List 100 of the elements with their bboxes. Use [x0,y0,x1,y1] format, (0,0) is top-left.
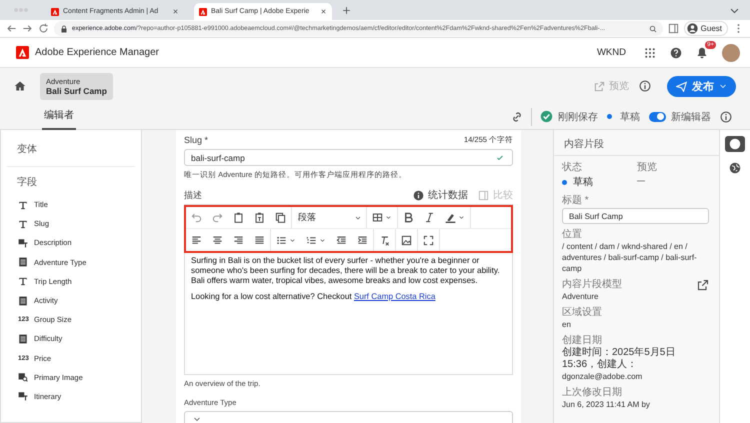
forward-icon [22,23,33,34]
link-icon [511,110,523,122]
indent-icon [357,234,368,246]
fields-heading: 字段 [16,176,38,190]
check-icon [496,154,504,162]
field-label: 标题 * [562,194,590,207]
copy-icon [275,212,286,224]
person-icon [686,23,698,34]
globe-icon [729,162,741,174]
publish-button[interactable]: 发布 [667,76,736,96]
list-icon [18,334,28,344]
model-value: Adventure [562,291,600,302]
close-icon [320,8,327,15]
field-label: 上次修改日期 [562,386,623,399]
field-label: 描述 [184,188,202,202]
field-label: 预览 [637,161,658,174]
adobe-logo-icon [199,8,207,16]
list-icon [18,296,28,306]
statistics-button[interactable]: 统计数据 [413,188,468,202]
paragraph-format-dropdown[interactable]: 段落 [292,208,366,228]
clear-format-icon [379,234,390,246]
fragment-title: Bali Surf Camp [46,86,107,96]
rich-text-editor[interactable] [184,204,513,376]
variations-heading[interactable]: 变体 [7,130,135,167]
locale-value: en [562,319,572,330]
home-icon [14,80,26,92]
table-icon [372,212,383,224]
properties-button[interactable] [725,136,745,152]
panel-heading: 内容片段 [554,130,719,156]
outdent-icon [336,234,347,246]
info-icon [413,190,424,201]
image-icon [401,234,412,246]
avatar[interactable] [722,44,740,62]
title-field[interactable]: Bali Surf Camp [562,208,709,224]
image-search-icon [18,372,28,382]
home-button[interactable] [14,80,26,92]
send-icon [676,80,687,92]
status-text: 草稿 [573,176,593,189]
apps-button[interactable] [644,46,656,58]
help-button[interactable] [670,46,682,58]
open-model-button[interactable] [697,278,709,290]
chevron-down-icon [193,415,201,423]
help-icon [670,46,682,58]
open-model-icon [697,278,709,290]
bold-icon [403,212,414,224]
columns-icon [478,190,489,201]
info-button[interactable] [639,80,651,92]
notifications-icon [696,46,708,58]
modified-text: Jun 6, 2023 11:41 AM by [562,399,651,410]
align-left-icon [191,234,202,246]
field-label: 区域设置 [562,306,603,319]
field-label: 位置 [562,228,583,241]
org-switcher[interactable]: WKND [596,47,626,58]
caret-icon [289,236,296,244]
link-button[interactable] [511,110,523,122]
paragraph: Surfing in Bali is on the bucket list of every surfer - whether you're a beginner or someone who's been surfing for decades, there will be a break to cater to your ability. Bali offers warm water, tropical vibes, awesome breaks and low cost expenses. [191,256,501,286]
new-tab-icon [342,6,351,14]
text-icon [18,218,28,229]
editor-toggle[interactable] [649,112,666,122]
info-icon [720,110,732,122]
back-icon [6,23,17,34]
caret-icon [319,236,326,244]
field-label: 创建日期 [562,334,603,346]
text-icon [18,276,28,286]
status-dot [607,114,612,119]
slug-field[interactable]: bali-surf-camp [184,148,513,166]
numbered-list-icon [306,234,317,246]
info-button[interactable] [720,110,732,122]
status-dot [562,180,567,185]
paste-text-icon [254,212,265,224]
save-status: 刚刚保存 [558,110,598,124]
zoom-icon [648,24,657,32]
profile-button[interactable]: Guest [684,21,728,36]
field-label: 状态 [562,161,583,174]
lock-icon [60,24,68,32]
field-label: 内容片段模型 [562,278,622,291]
location-path: / content / dam / wknd-shared / en / adventures / bali-surf-camp / bali-surf-camp [562,241,698,274]
bullet-list-icon [276,234,287,246]
rich-text-icon [18,238,28,248]
reload-icon [38,23,49,34]
status-text: 草稿 [620,110,640,124]
field-label: Slug * [184,134,208,145]
adobe-logo-icon [16,46,29,59]
list-icon [18,257,28,268]
align-center-icon [212,234,223,246]
notifications-button[interactable] [696,46,708,58]
undo-icon [191,212,202,224]
paste-icon [233,212,244,224]
adobe-logo-icon [51,8,59,16]
highlight-icon [445,212,456,224]
caret-icon [458,214,465,222]
apps-icon [644,46,656,58]
side-panel-icon [668,23,679,34]
external-link-icon [594,80,605,92]
align-right-icon [233,234,244,246]
rich-text-icon [18,391,28,402]
chevron-down-icon [719,82,727,90]
check-circle-icon [540,110,553,123]
app-title: Adobe Experience Manager [35,47,159,58]
link[interactable]: Surf Camp Costa Rica [354,292,436,302]
